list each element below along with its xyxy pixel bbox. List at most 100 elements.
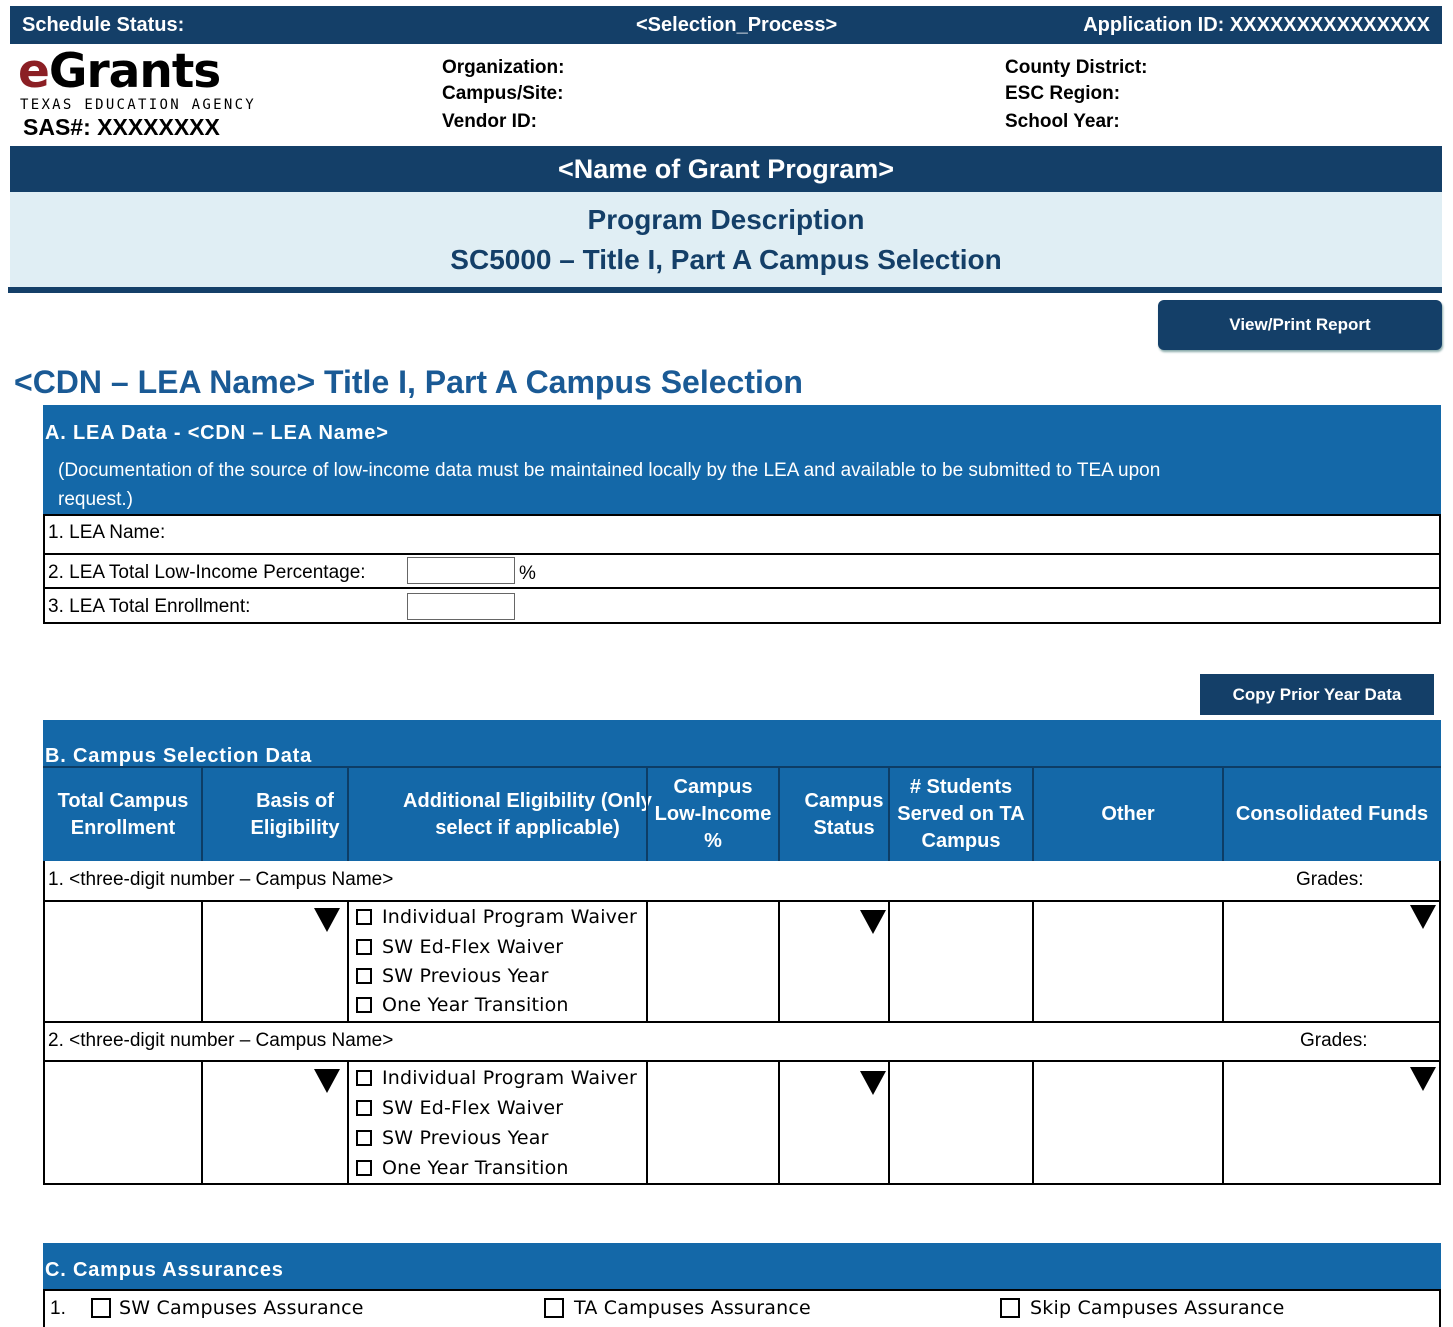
- col-consolidated-funds: Consolidated Funds: [1235, 803, 1429, 825]
- option-one-year-transition[interactable]: One Year Transition: [356, 994, 569, 1016]
- program-description-title: Program Description: [587, 204, 865, 235]
- col-total-enrollment: Total Campus Enrollment: [57, 789, 189, 839]
- divider: [646, 901, 648, 1022]
- divider: [43, 514, 1441, 516]
- divider: [1439, 1290, 1441, 1327]
- divider: [201, 1061, 203, 1184]
- divider: [347, 768, 349, 861]
- campus-2-grades-label: Grades:: [1300, 1030, 1368, 1051]
- campus-2-name: 2. <three-digit number – Campus Name>: [48, 1030, 394, 1051]
- divider: [43, 1290, 45, 1327]
- checkbox[interactable]: [356, 939, 372, 955]
- divider: [43, 515, 45, 623]
- esc-region-label: ESC Region:: [1005, 83, 1121, 104]
- divider: [646, 1061, 648, 1184]
- divider: [778, 1061, 780, 1184]
- section-a-note-cont: request.): [58, 489, 133, 510]
- status-bar: Schedule Status: <Selection_Process> App…: [10, 6, 1442, 44]
- grant-program-title: <Name of Grant Program>: [10, 146, 1442, 192]
- section-c-title: C. Campus Assurances: [45, 1259, 284, 1281]
- checkbox[interactable]: [356, 909, 372, 925]
- divider: [1222, 1061, 1224, 1184]
- view-print-report-button[interactable]: View/Print Report: [1158, 300, 1442, 350]
- program-description-schedule: SC5000 – Title I, Part A Campus Selectio…: [450, 244, 1002, 275]
- sas-number: SAS#: XXXXXXXX: [23, 114, 220, 140]
- consolidated-funds-dropdown-icon[interactable]: [1410, 1067, 1436, 1091]
- checkbox[interactable]: [356, 997, 372, 1013]
- divider: [201, 901, 203, 1022]
- divider: [43, 553, 1441, 555]
- egrants-logo: eGrants TEXAS EDUCATION AGENCY SAS#: XXX…: [18, 44, 258, 142]
- col-students-served: # Students Served on TA Campus: [897, 776, 1025, 852]
- option-one-year-transition[interactable]: One Year Transition: [356, 1157, 569, 1179]
- divider: [646, 768, 648, 861]
- checkbox[interactable]: [1000, 1298, 1020, 1318]
- divider: [778, 901, 780, 1022]
- col-campus-low-income: Campus Low-Income %: [654, 776, 772, 852]
- campus-status-dropdown-icon[interactable]: [860, 910, 886, 934]
- divider: [888, 901, 890, 1022]
- divider: [888, 768, 890, 861]
- logo-wordmark: eGrants: [18, 44, 221, 99]
- option-sw-ed-flex-waiver[interactable]: SW Ed-Flex Waiver: [356, 1097, 563, 1119]
- option-sw-previous-year[interactable]: SW Previous Year: [356, 1127, 549, 1149]
- campus-1-name: 1. <three-digit number – Campus Name>: [48, 869, 394, 890]
- divider: [43, 1289, 1441, 1291]
- divider: [1032, 1061, 1034, 1184]
- option-individual-program-waiver[interactable]: Individual Program Waiver: [356, 1067, 637, 1089]
- divider: [43, 622, 1441, 624]
- county-district-label: County District:: [1005, 57, 1148, 78]
- checkbox[interactable]: [356, 1160, 372, 1176]
- divider: [43, 766, 1441, 768]
- divider: [43, 1021, 1441, 1023]
- checkbox[interactable]: [356, 1070, 372, 1086]
- divider: [1222, 768, 1224, 861]
- divider: [201, 768, 203, 861]
- divider: [43, 587, 1441, 589]
- skip-campuses-assurance[interactable]: Skip Campuses Assurance: [1000, 1297, 1285, 1319]
- divider: [43, 1183, 1441, 1185]
- logo-agency: TEXAS EDUCATION AGENCY: [20, 97, 257, 113]
- sw-campuses-assurance[interactable]: SW Campuses Assurance: [91, 1297, 364, 1319]
- copy-prior-year-data-button[interactable]: Copy Prior Year Data: [1200, 674, 1434, 715]
- divider: [43, 900, 1441, 902]
- option-individual-program-waiver[interactable]: Individual Program Waiver: [356, 906, 637, 928]
- divider: [888, 1061, 890, 1184]
- lea-low-income-input[interactable]: [407, 557, 515, 584]
- checkbox[interactable]: [356, 1100, 372, 1116]
- basis-eligibility-dropdown-icon[interactable]: [314, 1069, 340, 1093]
- divider: [43, 1060, 1441, 1062]
- divider: [347, 901, 349, 1022]
- divider: [1439, 861, 1441, 1185]
- basis-eligibility-dropdown-icon[interactable]: [314, 908, 340, 932]
- divider: [1032, 901, 1034, 1022]
- option-sw-ed-flex-waiver[interactable]: SW Ed-Flex Waiver: [356, 936, 563, 958]
- divider: [1032, 768, 1034, 861]
- lea-enrollment-label: 3. LEA Total Enrollment:: [48, 596, 251, 617]
- option-sw-previous-year[interactable]: SW Previous Year: [356, 965, 549, 987]
- program-description-band: Program Description SC5000 – Title I, Pa…: [10, 192, 1442, 288]
- section-c-header: C. Campus Assurances: [43, 1243, 1441, 1290]
- lea-enrollment-input[interactable]: [407, 593, 515, 620]
- selection-process: <Selection_Process>: [636, 14, 838, 36]
- section-a-header: A. LEA Data - <CDN – LEA Name> (Document…: [43, 405, 1441, 515]
- divider: [8, 287, 1442, 293]
- campus-status-dropdown-icon[interactable]: [860, 1071, 886, 1095]
- school-year-label: School Year:: [1005, 111, 1120, 132]
- lea-low-income-label: 2. LEA Total Low-Income Percentage:: [48, 562, 366, 583]
- checkbox[interactable]: [91, 1298, 111, 1318]
- section-b-title: B. Campus Selection Data: [45, 745, 313, 767]
- application-id: Application ID: XXXXXXXXXXXXXXX: [1083, 14, 1430, 36]
- checkbox[interactable]: [356, 1130, 372, 1146]
- percent-sign: %: [519, 563, 536, 584]
- vendor-id-label: Vendor ID:: [442, 111, 538, 132]
- checkbox[interactable]: [356, 968, 372, 984]
- ta-campuses-assurance[interactable]: TA Campuses Assurance: [544, 1297, 811, 1319]
- campus-1-grades-label: Grades:: [1296, 869, 1364, 890]
- schedule-status-label: Schedule Status:: [22, 14, 185, 36]
- consolidated-funds-dropdown-icon[interactable]: [1410, 905, 1436, 929]
- checkbox[interactable]: [544, 1298, 564, 1318]
- divider: [778, 768, 780, 861]
- divider: [1439, 515, 1441, 623]
- page-title: <CDN – LEA Name> Title I, Part A Campus …: [14, 364, 803, 400]
